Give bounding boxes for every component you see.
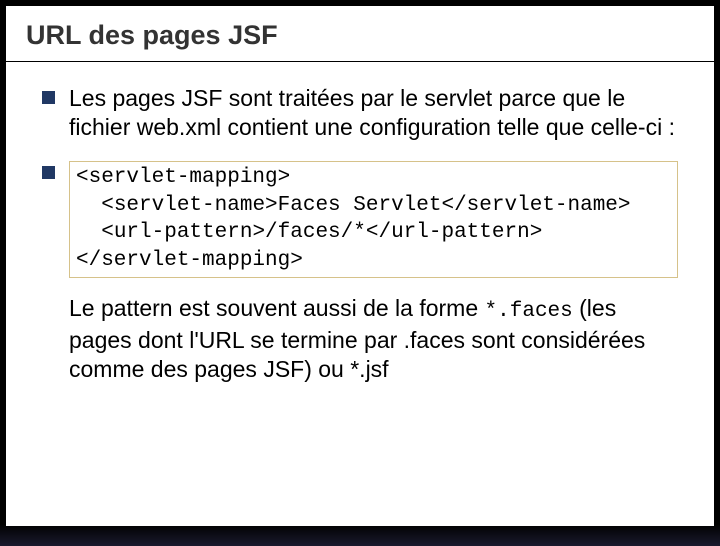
code-line-4: </servlet-mapping>: [76, 249, 303, 272]
square-bullet-icon: [42, 166, 55, 179]
followup-text-pre: Le pattern est souvent aussi de la forme: [69, 295, 485, 321]
bullet-text-1: Les pages JSF sont traitées par le servl…: [69, 84, 678, 143]
followup-paragraph: Le pattern est souvent aussi de la forme…: [69, 294, 678, 385]
code-line-2: <servlet-name>Faces Servlet</servlet-nam…: [76, 194, 631, 217]
slide: URL des pages JSF Les pages JSF sont tra…: [6, 6, 714, 526]
bullet-item-1: Les pages JSF sont traitées par le servl…: [42, 84, 678, 143]
slide-title: URL des pages JSF: [26, 20, 694, 51]
code-block-container: <servlet-mapping> <servlet-name>Faces Se…: [69, 161, 678, 278]
slide-content: Les pages JSF sont traitées par le servl…: [6, 62, 714, 395]
inline-code: *.faces: [485, 300, 573, 323]
square-bullet-icon: [42, 91, 55, 104]
code-line-1: <servlet-mapping>: [76, 166, 290, 189]
title-bar: URL des pages JSF: [6, 6, 714, 62]
code-line-3: <url-pattern>/faces/*</url-pattern>: [76, 221, 542, 244]
code-block: <servlet-mapping> <servlet-name>Faces Se…: [69, 161, 678, 278]
